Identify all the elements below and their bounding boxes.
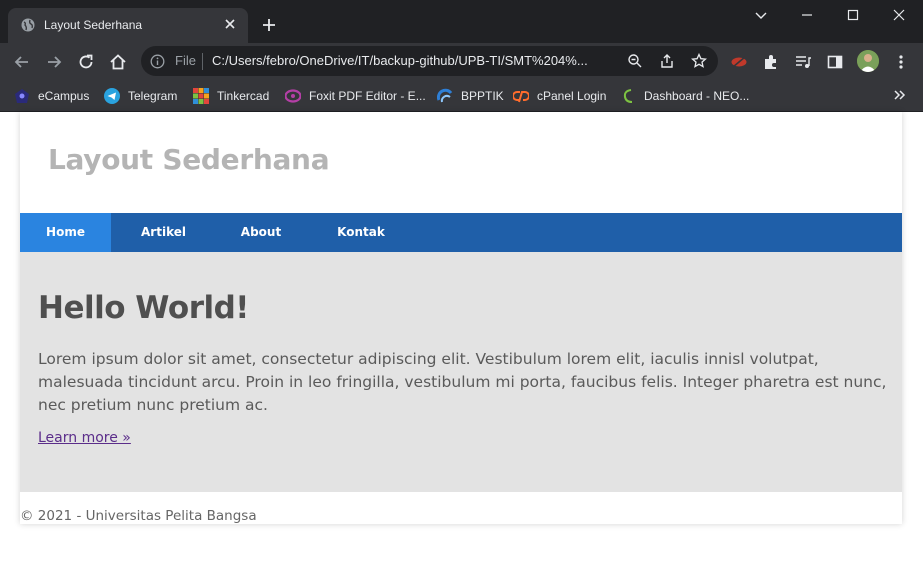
extensions-icon[interactable] <box>762 53 780 71</box>
bookmark-star-icon[interactable] <box>691 53 707 69</box>
site-header: Layout Sederhana <box>20 112 902 213</box>
reload-icon[interactable] <box>76 52 96 72</box>
profile-avatar[interactable] <box>857 50 879 72</box>
hero-body: Lorem ipsum dolor sit amet, consectetur … <box>38 350 887 414</box>
share-icon[interactable] <box>659 53 675 69</box>
bookmark-tinkercad[interactable]: Tinkercad <box>193 88 269 104</box>
bpptik-icon <box>437 88 453 103</box>
tab-close-icon[interactable] <box>222 16 238 32</box>
url-text[interactable]: C:/Users/febro/OneDrive/IT/backup-github… <box>212 53 616 68</box>
tab-search-icon[interactable] <box>753 7 769 23</box>
foxit-icon <box>285 89 301 103</box>
site-title: Layout Sederhana <box>48 143 330 176</box>
tinkercad-icon <box>193 88 209 104</box>
browser-titlebar: Layout Sederhana <box>0 0 923 43</box>
site-footer: © 2021 - Universitas Pelita Bangsa <box>20 492 902 524</box>
bookmark-ecampus[interactable]: eCampus <box>14 88 89 104</box>
learn-more-link[interactable]: Learn more » <box>38 430 131 446</box>
address-bar[interactable]: File C:/Users/febro/OneDrive/IT/backup-g… <box>141 46 718 76</box>
browser-tab[interactable]: Layout Sederhana <box>8 8 248 43</box>
bookmark-foxit[interactable]: Foxit PDF Editor - E... <box>285 88 426 104</box>
avatar-icon <box>857 50 879 72</box>
home-icon[interactable] <box>108 52 128 72</box>
forward-icon[interactable] <box>44 52 64 72</box>
window-close-icon[interactable] <box>891 7 907 23</box>
back-icon[interactable] <box>12 52 32 72</box>
bookmarks-overflow-icon[interactable] <box>892 88 906 102</box>
url-scheme-label: File <box>175 53 196 68</box>
nav-about[interactable]: About <box>216 213 306 252</box>
browser-toolbar: File C:/Users/febro/OneDrive/IT/backup-g… <box>0 43 923 80</box>
page-viewport: Layout Sederhana Home Artikel About Kont… <box>0 112 923 570</box>
address-divider <box>202 53 203 70</box>
page-container: Layout Sederhana Home Artikel About Kont… <box>20 112 902 524</box>
main-nav: Home Artikel About Kontak <box>20 213 902 252</box>
bookmark-telegram[interactable]: Telegram <box>104 88 177 104</box>
minimize-icon[interactable] <box>799 7 815 23</box>
info-icon[interactable] <box>150 54 165 69</box>
hero-heading: Hello World! <box>38 290 249 326</box>
bookmarks-bar: eCampus Telegram Tinkercad Foxit PDF Edi… <box>0 80 923 112</box>
globe-icon <box>21 18 35 32</box>
nav-home[interactable]: Home <box>20 213 111 252</box>
bookmark-cpanel[interactable]: cPanel Login <box>513 88 606 104</box>
menu-kebab-icon[interactable] <box>892 53 910 71</box>
footer-copyright: © 2021 - Universitas Pelita Bangsa <box>20 508 257 524</box>
nav-artikel[interactable]: Artikel <box>111 213 216 252</box>
nav-kontak[interactable]: Kontak <box>306 213 416 252</box>
zoom-icon[interactable] <box>627 53 643 69</box>
cpanel-icon <box>513 91 529 103</box>
new-tab-icon[interactable] <box>261 17 277 33</box>
hero-section: Hello World! Lorem ipsum dolor sit amet,… <box>20 252 902 492</box>
ecampus-icon <box>15 89 29 103</box>
telegram-icon <box>104 88 120 104</box>
media-control-icon[interactable] <box>794 53 812 71</box>
maximize-icon[interactable] <box>845 7 861 23</box>
eye-extension-icon[interactable] <box>730 53 748 71</box>
bookmark-bpptik[interactable]: BPPTIK <box>437 88 504 104</box>
neo-icon <box>623 89 633 103</box>
side-panel-icon[interactable] <box>826 53 844 71</box>
tab-title: Layout Sederhana <box>44 18 143 32</box>
bookmark-neo-dashboard[interactable]: Dashboard - NEO... <box>620 88 749 104</box>
